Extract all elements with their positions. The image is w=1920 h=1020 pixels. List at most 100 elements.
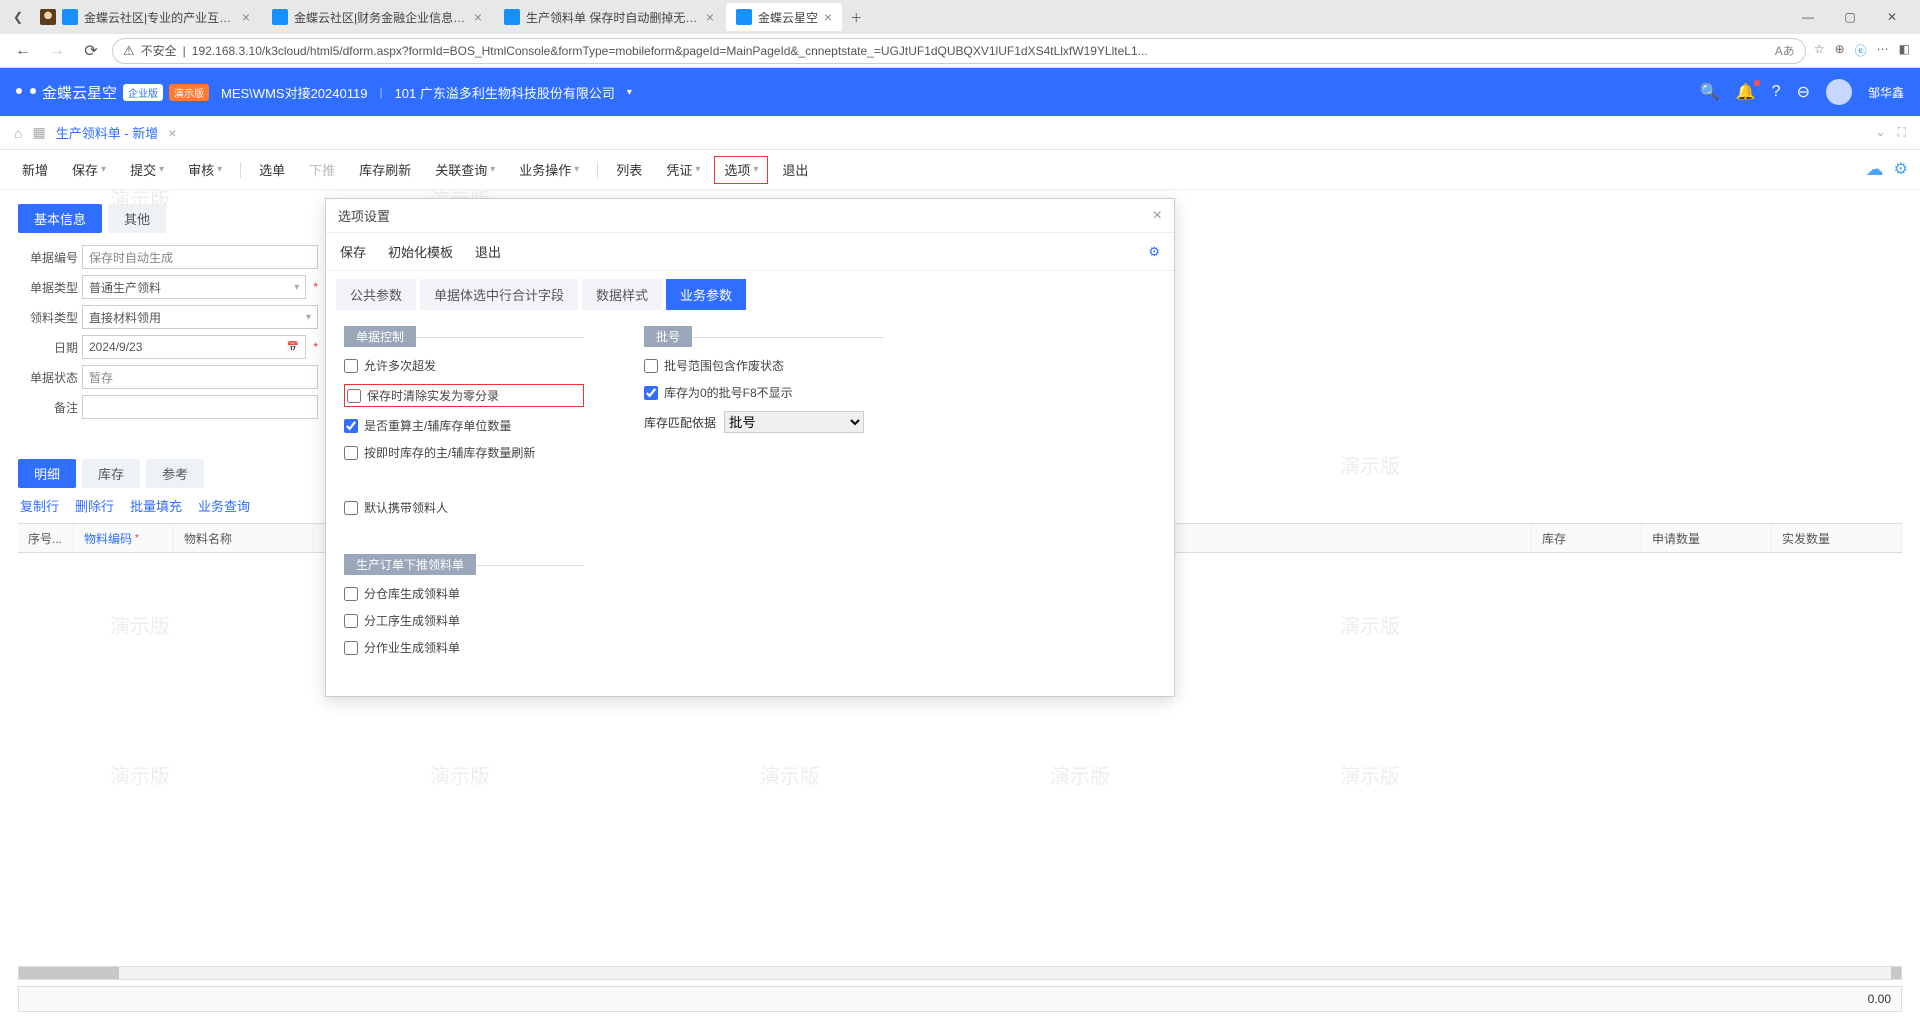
org-label[interactable]: 101 广东溢多利生物科技股份有限公司	[395, 83, 615, 102]
th-stock[interactable]: 库存	[1532, 524, 1642, 552]
btn-delrow[interactable]: 删除行	[75, 496, 114, 515]
dlg-inittpl[interactable]: 初始化模板	[388, 242, 453, 261]
app-logo: 金蝶云星空 企业版 演示版	[16, 82, 209, 103]
tb-stockrefresh[interactable]: 库存刷新	[349, 156, 421, 184]
tab-close-icon[interactable]: ×	[474, 9, 482, 25]
dtab-detail[interactable]: 明细	[18, 459, 76, 488]
section-push: 生产订单下推领料单	[344, 554, 476, 575]
nav-reload-icon[interactable]: ⟳	[78, 38, 104, 64]
dlg-tab-3[interactable]: 业务参数	[666, 279, 746, 310]
collapse-icon[interactable]: ⌄	[1876, 125, 1886, 140]
new-tab-icon[interactable]: ＋	[849, 10, 863, 24]
browser-tab-strip: ❮ 金蝶云社区|专业的产业互联网社区 × 金蝶云社区|财务金融企业信息化|...…	[0, 0, 1920, 34]
dtab-stock[interactable]: 库存	[82, 459, 140, 488]
input-billno: 保存时自动生成	[82, 245, 318, 269]
select-matchby[interactable]: 批号	[724, 411, 864, 433]
minus-icon[interactable]: ⊖	[1797, 82, 1810, 102]
chk-split-job[interactable]: 分作业生成领料单	[344, 639, 584, 656]
tb-submit[interactable]: 提交▾	[120, 156, 174, 184]
tb-select[interactable]: 选单	[249, 156, 295, 184]
tab-close-icon[interactable]: ×	[824, 9, 832, 25]
dlg-exit[interactable]: 退出	[475, 242, 501, 261]
window-maximize-icon[interactable]: ▢	[1843, 10, 1857, 24]
window-close-icon[interactable]: ✕	[1885, 10, 1899, 24]
dialog-close-icon[interactable]: ×	[1153, 207, 1162, 225]
browser-tab-3[interactable]: 金蝶云星空 ×	[726, 3, 842, 31]
th-matcode[interactable]: 物料编码*	[74, 524, 174, 552]
label-billno: 单据编号	[18, 249, 78, 266]
btn-batchfill[interactable]: 批量填充	[130, 496, 182, 515]
gear-icon[interactable]: ⚙	[1894, 159, 1908, 180]
user-name[interactable]: 邹华鑫	[1868, 84, 1904, 101]
browser-tab-0[interactable]: 金蝶云社区|专业的产业互联网社区 ×	[30, 3, 260, 31]
tb-audit[interactable]: 审核▾	[178, 156, 232, 184]
dlg-tab-1[interactable]: 单据体选中行合计字段	[420, 279, 578, 310]
gear-icon[interactable]: ⚙	[1148, 244, 1160, 260]
label-billtype: 单据类型	[18, 279, 78, 296]
tb-voucher[interactable]: 凭证▾	[656, 156, 710, 184]
address-bar[interactable]: ⚠ 不安全 | 192.168.3.10/k3cloud/html5/dform…	[112, 38, 1806, 64]
tab-close-icon[interactable]: ×	[706, 9, 714, 25]
chk-allow-over[interactable]: 允许多次超发	[344, 357, 584, 374]
tb-options[interactable]: 选项▾	[714, 156, 768, 184]
chk-refresh-by-stock[interactable]: 按即时库存的主/辅库存数量刷新	[344, 444, 584, 461]
history-icon[interactable]: ❮	[11, 10, 25, 24]
tb-list[interactable]: 列表	[606, 156, 652, 184]
chk-default-picker[interactable]: 默认携带领料人	[344, 499, 584, 516]
home-icon[interactable]: ⌂	[14, 125, 22, 141]
dlg-tab-0[interactable]: 公共参数	[336, 279, 416, 310]
dlg-save[interactable]: 保存	[340, 242, 366, 261]
tb-new[interactable]: 新增	[12, 156, 58, 184]
label-date: 日期	[18, 339, 78, 356]
tb-push: 下推	[299, 156, 345, 184]
url-text: 192.168.3.10/k3cloud/html5/dform.aspx?fo…	[192, 44, 1769, 58]
th-seq[interactable]: 序号...	[18, 524, 74, 552]
tab-close-icon[interactable]: ×	[242, 9, 250, 25]
th-matname[interactable]: 物料名称	[174, 524, 314, 552]
input-date[interactable]: 2024/9/23📅	[82, 335, 306, 359]
input-remark[interactable]	[82, 395, 318, 419]
sidebar-icon[interactable]: ◧	[1899, 42, 1910, 59]
page-title[interactable]: 生产领料单 - 新增	[56, 123, 159, 142]
chk-lot-zero[interactable]: 库存为0的批号F8不显示	[644, 384, 884, 401]
browser-tab-1[interactable]: 金蝶云社区|财务金融企业信息化|... ×	[262, 3, 492, 31]
favicon	[40, 9, 56, 25]
chk-clear-zero[interactable]: 保存时清除实发为零分录	[344, 384, 584, 407]
select-billtype[interactable]: 普通生产领料▾	[82, 275, 306, 299]
dlg-tab-2[interactable]: 数据样式	[582, 279, 662, 310]
fullscreen-icon[interactable]: ⛶	[1898, 125, 1906, 140]
search-icon[interactable]: 🔍	[1700, 82, 1720, 102]
help-icon[interactable]: ?	[1772, 83, 1781, 101]
window-minimize-icon[interactable]: —	[1801, 10, 1815, 24]
browser-tab-2[interactable]: 生产领料单 保存时自动删掉无库存... ×	[494, 3, 724, 31]
th-actualqty[interactable]: 实发数量	[1772, 524, 1902, 552]
nav-back-icon[interactable]: ←	[10, 38, 36, 64]
tb-bizop[interactable]: 业务操作▾	[509, 156, 589, 184]
ie-mode-icon[interactable]: ⓔ	[1855, 42, 1867, 59]
chk-split-stock[interactable]: 分仓库生成领料单	[344, 585, 584, 602]
tb-save[interactable]: 保存▾	[62, 156, 116, 184]
tab-other[interactable]: 其他	[108, 204, 166, 233]
chk-recalc[interactable]: 是否重算主/辅库存单位数量	[344, 417, 584, 434]
select-mattype[interactable]: 直接材料领用▾	[82, 305, 318, 329]
chk-lot-void[interactable]: 批号范围包含作废状态	[644, 357, 884, 374]
cloud-icon[interactable]: ☁	[1866, 159, 1884, 180]
dtab-ref[interactable]: 参考	[146, 459, 204, 488]
apps-icon[interactable]: ▦	[32, 124, 45, 141]
avatar[interactable]	[1826, 79, 1852, 105]
more-icon[interactable]: ⋯	[1877, 42, 1889, 59]
tb-exit[interactable]: 退出	[772, 156, 818, 184]
nav-forward-icon[interactable]: →	[44, 38, 70, 64]
tab-close-icon[interactable]: ×	[168, 125, 176, 141]
bell-icon[interactable]: 🔔	[1736, 82, 1756, 102]
tab-basic[interactable]: 基本信息	[18, 204, 102, 233]
btn-copyrow[interactable]: 复制行	[20, 496, 59, 515]
collections-icon[interactable]: ⊕	[1835, 42, 1845, 59]
translate-icon[interactable]: Aあ	[1775, 42, 1795, 59]
th-applyqty[interactable]: 申请数量	[1642, 524, 1772, 552]
tb-relquery[interactable]: 关联查询▾	[425, 156, 505, 184]
favorite-icon[interactable]: ☆	[1814, 42, 1825, 59]
h-scrollbar[interactable]	[18, 966, 1902, 980]
chk-split-op[interactable]: 分工序生成领料单	[344, 612, 584, 629]
btn-bizquery[interactable]: 业务查询	[198, 496, 250, 515]
